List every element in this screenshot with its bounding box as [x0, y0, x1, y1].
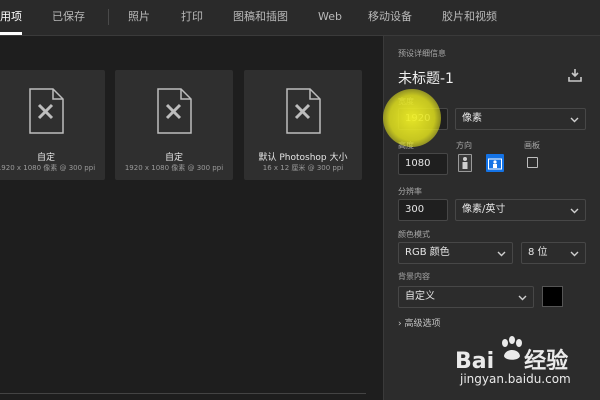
width-input[interactable]: 1920	[398, 108, 448, 130]
background-dropdown[interactable]: 自定义	[398, 286, 534, 308]
background-value: 自定义	[405, 291, 435, 302]
resolution-input[interactable]: 300	[398, 199, 448, 221]
background-label: 背景内容	[398, 272, 430, 281]
chevron-down-icon	[570, 251, 579, 257]
width-unit-dropdown[interactable]: 像素	[455, 108, 586, 130]
color-mode-label: 颜色模式	[398, 230, 430, 239]
active-tab-indicator	[0, 32, 22, 35]
orientation-label: 方向	[456, 141, 472, 150]
new-document-dialog: 用项 已保存 照片 打印 图稿和插图 Web 移动设备 胶片和视频 自定 192…	[0, 0, 600, 400]
preset-card[interactable]: 默认 Photoshop 大小 16 x 12 厘米 @ 300 ppi	[244, 70, 362, 180]
preset-name: 自定	[164, 153, 183, 163]
bit-depth-value: 8 位	[528, 247, 548, 258]
blank-document-icon	[29, 88, 64, 134]
tab-recent[interactable]: 用项	[0, 10, 22, 24]
divider	[0, 393, 366, 394]
resolution-unit-dropdown[interactable]: 像素/英寸	[455, 199, 586, 221]
watermark-text: Bai	[455, 349, 495, 374]
watermark-text: 经验	[524, 349, 569, 374]
preset-card[interactable]: 自定 1920 x 1080 像素 @ 300 ppi	[115, 70, 233, 180]
tab-web[interactable]: Web	[318, 10, 342, 24]
tab-divider	[108, 9, 109, 25]
chevron-down-icon	[570, 117, 579, 123]
background-color-swatch[interactable]	[542, 286, 563, 307]
resolution-unit-value: 像素/英寸	[462, 204, 506, 215]
artboard-label: 画板	[524, 141, 540, 150]
preset-name: 自定	[36, 153, 55, 163]
preset-card[interactable]: 自定 1920 x 1080 像素 @ 300 ppi	[0, 70, 105, 180]
advanced-options-label: 高级选项	[404, 319, 441, 329]
chevron-right-icon: ›	[398, 319, 402, 329]
color-mode-dropdown[interactable]: RGB 颜色	[398, 242, 513, 264]
height-input[interactable]: 1080	[398, 153, 448, 175]
blank-document-icon	[286, 88, 321, 134]
width-label: 宽度	[398, 97, 414, 106]
preset-size: 1920 x 1080 像素 @ 300 ppi	[124, 164, 224, 172]
tab-saved[interactable]: 已保存	[52, 10, 85, 24]
tab-mobile[interactable]: 移动设备	[368, 10, 412, 24]
advanced-options-toggle[interactable]: › 高级选项	[398, 316, 441, 329]
chevron-down-icon	[497, 251, 506, 257]
section-label: 预设详细信息	[398, 49, 446, 58]
preset-grid: 自定 1920 x 1080 像素 @ 300 ppi 自定 1920 x 10…	[0, 36, 383, 400]
portrait-orientation-button[interactable]	[458, 154, 472, 172]
document-name-field[interactable]: 未标题-1	[398, 68, 454, 88]
tab-photo[interactable]: 照片	[128, 10, 150, 24]
landscape-orientation-button[interactable]	[486, 154, 504, 172]
color-mode-value: RGB 颜色	[405, 247, 450, 258]
baidu-paw-icon	[502, 336, 522, 360]
watermark-url: jingyan.baidu.com	[460, 372, 571, 386]
chevron-down-icon	[518, 295, 527, 301]
width-unit-value: 像素	[462, 113, 482, 124]
artboard-checkbox[interactable]	[527, 157, 538, 168]
tab-film-video[interactable]: 胶片和视频	[442, 10, 497, 24]
save-preset-icon[interactable]	[568, 68, 582, 82]
bit-depth-dropdown[interactable]: 8 位	[521, 242, 586, 264]
blank-document-icon	[157, 88, 192, 134]
chevron-down-icon	[570, 208, 579, 214]
preset-size: 16 x 12 厘米 @ 300 ppi	[262, 164, 344, 172]
preset-size: 1920 x 1080 像素 @ 300 ppi	[0, 164, 96, 172]
preset-name: 默认 Photoshop 大小	[258, 153, 348, 163]
tab-art-illustration[interactable]: 图稿和插图	[233, 10, 288, 24]
height-label: 高度	[398, 141, 414, 150]
preset-category-tabbar: 用项 已保存 照片 打印 图稿和插图 Web 移动设备 胶片和视频	[0, 0, 600, 36]
tab-print[interactable]: 打印	[181, 10, 203, 24]
resolution-label: 分辨率	[398, 187, 422, 196]
